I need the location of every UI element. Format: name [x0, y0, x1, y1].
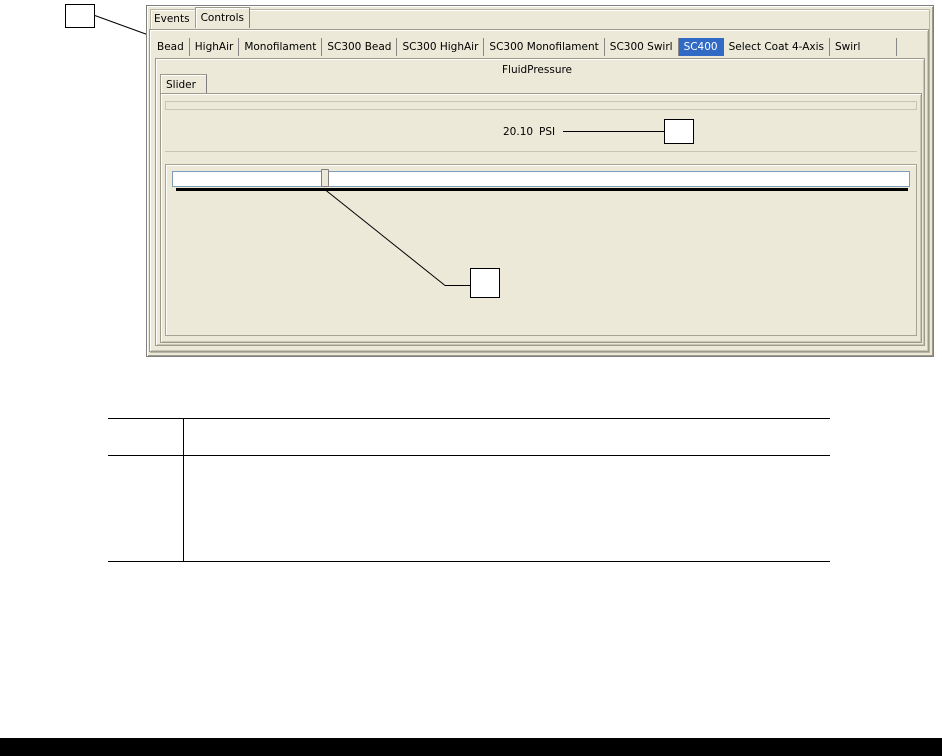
- table-bottom-rule: [108, 561, 830, 562]
- tab-sc400-label: SC400: [683, 41, 718, 53]
- tab-bead[interactable]: Bead: [152, 38, 190, 56]
- tab-monofilament-label: Monofilament: [244, 41, 317, 53]
- tab-events[interactable]: Events: [149, 8, 195, 28]
- tab-highair[interactable]: HighAir: [190, 38, 240, 56]
- outer-tab-row: Events Controls: [149, 7, 250, 28]
- page-footer-bar: [0, 738, 942, 756]
- tab-sc300-highair[interactable]: SC300 HighAir: [397, 38, 485, 56]
- tab-sc400[interactable]: SC400: [678, 38, 724, 56]
- tab-sc300-bead[interactable]: SC300 Bead: [322, 38, 398, 56]
- controls-window: Events Controls Bead HighAir Monofilamen…: [146, 5, 934, 357]
- tab-sc300-highair-label: SC300 HighAir: [402, 41, 479, 53]
- tab-sc300-swirl-label: SC300 Swirl: [609, 41, 673, 53]
- profile-tab-row: Bead HighAir Monofilament SC300 Bead SC3…: [152, 38, 898, 56]
- control-title: FluidPressure: [501, 64, 573, 76]
- slider-baseline: [176, 188, 908, 191]
- tab-controls-label: Controls: [200, 12, 244, 24]
- tab-bead-label: Bead: [157, 41, 184, 53]
- tab-swirl[interactable]: Swirl: [830, 38, 898, 56]
- tab-select-coat-4-axis[interactable]: Select Coat 4-Axis: [724, 38, 831, 56]
- table-column-divider: [183, 418, 184, 562]
- tab-monofilament[interactable]: Monofilament: [239, 38, 323, 56]
- pressure-unit: PSI: [539, 126, 556, 138]
- callout-box-tabs: [65, 4, 95, 28]
- tab-controls[interactable]: Controls: [194, 7, 250, 28]
- tab-sc300-swirl[interactable]: SC300 Swirl: [605, 38, 679, 56]
- tab-events-label: Events: [154, 13, 190, 25]
- tab-sc300-monofilament[interactable]: SC300 Monofilament: [484, 38, 605, 56]
- slider-panel-header-strip: [165, 101, 917, 109]
- slider-track[interactable]: [172, 171, 910, 187]
- pressure-value: 20.10: [503, 126, 534, 138]
- tab-slider-label: Slider: [166, 79, 196, 91]
- tab-sc300-bead-label: SC300 Bead: [327, 41, 392, 53]
- callout-leader-readout: [563, 131, 664, 132]
- slider-thumb[interactable]: [320, 169, 329, 187]
- table-header-rule: [108, 455, 830, 456]
- tab-highair-label: HighAir: [194, 41, 234, 53]
- callout-leader-slider-horizontal: [445, 285, 470, 286]
- callout-box-slider: [470, 268, 500, 298]
- tab-select-coat-4-axis-label: Select Coat 4-Axis: [728, 41, 825, 53]
- tab-swirl-label: Swirl: [835, 41, 861, 53]
- tab-slider[interactable]: Slider: [160, 74, 207, 93]
- tab-sc300-monofilament-label: SC300 Monofilament: [489, 41, 599, 53]
- callout-box-readout: [664, 119, 694, 144]
- table-top-rule: [108, 418, 830, 419]
